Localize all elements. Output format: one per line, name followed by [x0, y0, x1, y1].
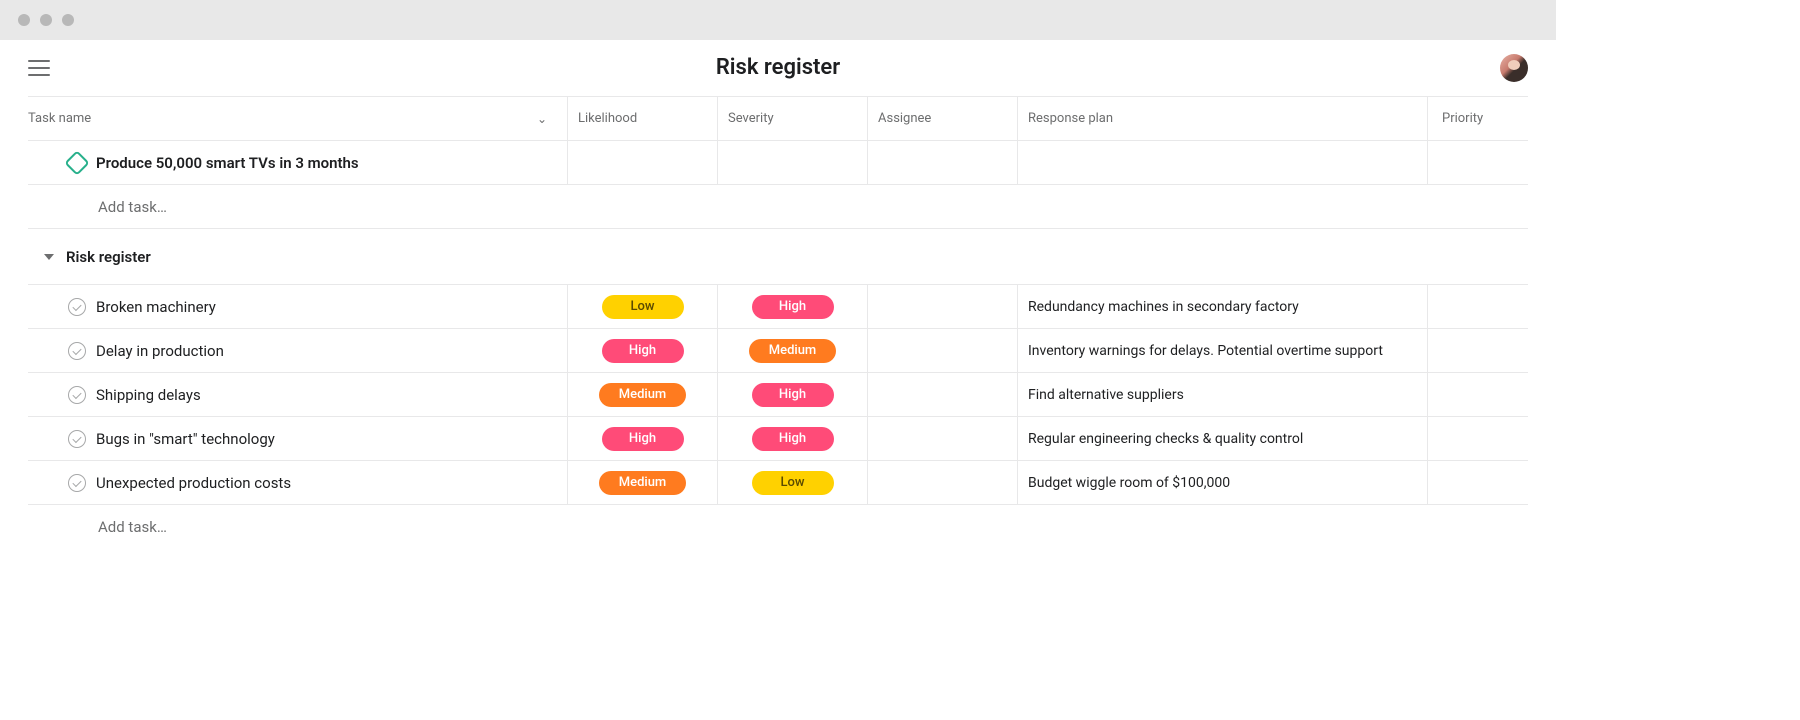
column-header-likelihood[interactable]: Likelihood [568, 97, 718, 141]
column-header-label: Priority [1442, 111, 1483, 126]
column-header-priority[interactable]: Priority [1428, 97, 1528, 141]
priority-cell[interactable] [1428, 417, 1528, 461]
caret-down-icon[interactable] [44, 254, 54, 260]
response-text: Budget wiggle room of $100,000 [1028, 475, 1230, 491]
check-circle-icon[interactable] [68, 430, 86, 448]
avatar[interactable] [1500, 54, 1528, 82]
likelihood-tag[interactable]: High [602, 339, 684, 363]
priority-cell[interactable] [1428, 461, 1528, 505]
column-header-task[interactable]: Task name ⌄ [28, 97, 568, 141]
severity-tag[interactable]: Low [752, 471, 834, 495]
column-header-label: Assignee [878, 111, 931, 126]
section-name: Risk register [66, 248, 151, 266]
assignee-cell[interactable] [868, 329, 1018, 373]
task-name: Unexpected production costs [96, 474, 291, 492]
response-text: Redundancy machines in secondary factory [1028, 299, 1299, 315]
column-header-label: Response plan [1028, 111, 1113, 126]
task-name: Shipping delays [96, 386, 201, 404]
severity-tag[interactable]: High [752, 427, 834, 451]
window-dot [40, 14, 52, 26]
chevron-down-icon[interactable]: ⌄ [537, 112, 557, 126]
priority-cell[interactable] [1428, 285, 1528, 329]
goal-icon [64, 150, 89, 175]
check-circle-icon[interactable] [68, 386, 86, 404]
section-header[interactable]: Risk register [28, 229, 1528, 285]
assignee-cell[interactable] [868, 461, 1018, 505]
assignee-cell[interactable] [868, 373, 1018, 417]
likelihood-tag[interactable]: Medium [599, 471, 687, 495]
topbar: Risk register [0, 40, 1556, 96]
goal-name: Produce 50,000 smart TVs in 3 months [96, 154, 359, 172]
window-titlebar [0, 0, 1556, 40]
menu-icon[interactable] [28, 60, 50, 76]
window-dot [62, 14, 74, 26]
severity-tag[interactable]: High [752, 295, 834, 319]
task-table: Task name ⌄ Likelihood Severity Assignee… [28, 96, 1528, 549]
check-circle-icon[interactable] [68, 298, 86, 316]
table-row[interactable]: Bugs in "smart" technology High High Regula… [28, 417, 1528, 461]
column-header-assignee[interactable]: Assignee [868, 97, 1018, 141]
table-row[interactable]: Broken machinery Low High Redundancy machin… [28, 285, 1528, 329]
assignee-cell[interactable] [868, 417, 1018, 461]
priority-cell[interactable] [1428, 329, 1528, 373]
assignee-cell[interactable] [868, 285, 1018, 329]
add-task-label: Add task… [98, 198, 167, 216]
likelihood-tag[interactable]: Medium [599, 383, 687, 407]
table-header-row: Task name ⌄ Likelihood Severity Assignee… [28, 97, 1528, 141]
severity-tag[interactable]: High [752, 383, 834, 407]
add-task-row[interactable]: Add task… [28, 185, 1528, 229]
column-header-label: Task name [28, 111, 91, 126]
check-circle-icon[interactable] [68, 342, 86, 360]
likelihood-tag[interactable]: Low [602, 295, 684, 319]
add-task-label: Add task… [98, 518, 167, 536]
column-header-label: Likelihood [578, 111, 637, 126]
column-header-label: Severity [728, 111, 774, 126]
column-header-severity[interactable]: Severity [718, 97, 868, 141]
check-circle-icon[interactable] [68, 474, 86, 492]
response-text: Regular engineering checks & quality con… [1028, 431, 1303, 447]
response-text: Inventory warnings for delays. Potential… [1028, 343, 1383, 359]
task-name: Broken machinery [96, 298, 216, 316]
table-row[interactable]: Unexpected production costs Medium Low Budg… [28, 461, 1528, 505]
window-dot [18, 14, 30, 26]
table-row[interactable]: Delay in production High Medium Inventory w… [28, 329, 1528, 373]
likelihood-tag[interactable]: High [602, 427, 684, 451]
severity-tag[interactable]: Medium [749, 339, 837, 363]
task-name: Delay in production [96, 342, 224, 360]
page-title: Risk register [716, 55, 840, 80]
add-task-row[interactable]: Add task… [28, 505, 1528, 549]
table-row[interactable]: Shipping delays Medium High Find alternativ… [28, 373, 1528, 417]
column-header-response[interactable]: Response plan [1018, 97, 1428, 141]
goal-row[interactable]: Produce 50,000 smart TVs in 3 months [28, 141, 1528, 185]
task-name: Bugs in "smart" technology [96, 430, 275, 448]
response-text: Find alternative suppliers [1028, 387, 1184, 403]
priority-cell[interactable] [1428, 373, 1528, 417]
